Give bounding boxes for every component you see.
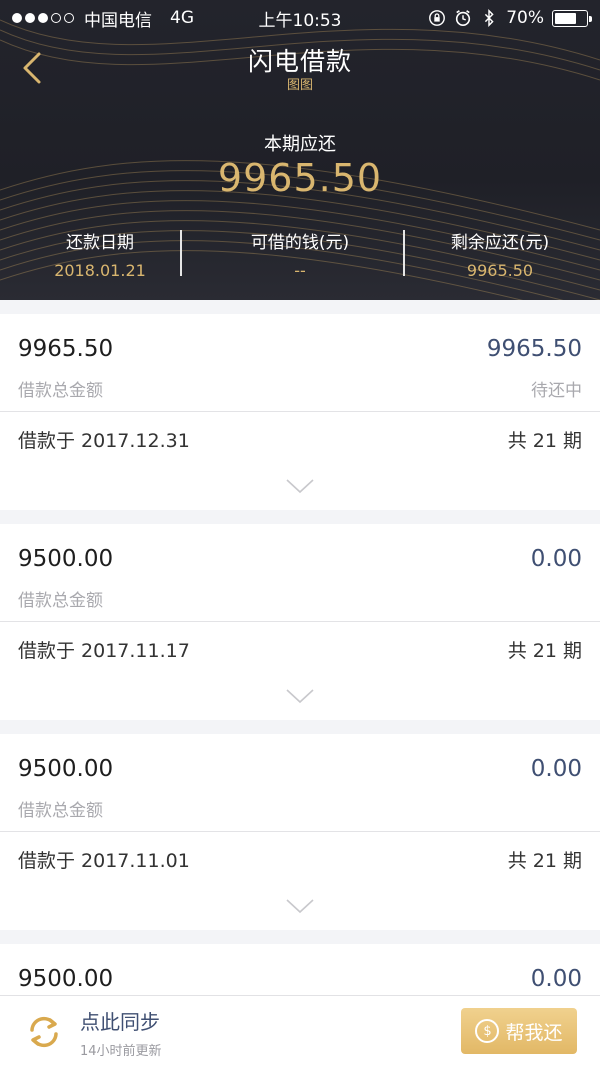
loan-status-amount: 0.00 [530, 756, 582, 782]
loan-status-amount: 0.00 [530, 966, 582, 992]
help-repay-label: 帮我还 [505, 1021, 563, 1044]
loan-periods: 共 21 期 [507, 640, 582, 662]
loan-amount: 9965.50 [18, 336, 114, 362]
stat-label: 剩余应还(元) [450, 233, 550, 253]
loan-status-amount: 9965.50 [486, 336, 582, 362]
page-subtitle: 图图 [286, 78, 313, 93]
loan-periods: 共 21 期 [507, 850, 582, 872]
loan-amount: 9500.00 [18, 966, 114, 992]
stat-remaining: 剩余应还(元) 9965.50 [400, 228, 600, 280]
summary-stats: 还款日期 2018.01.21 可借的钱(元) -- 剩余应还(元) 9965.… [0, 228, 600, 280]
stat-label: 还款日期 [66, 233, 134, 253]
loan-date: 借款于 2017.11.01 [18, 850, 190, 872]
nav-bar: 闪电借款 图图 [0, 40, 600, 96]
loan-date: 借款于 2017.11.17 [18, 640, 190, 662]
help-repay-button[interactable]: $ 帮我还 [461, 1008, 577, 1054]
period-due-label: 本期应还 [264, 134, 336, 155]
chevron-down-icon[interactable] [286, 478, 314, 494]
loan-amount-label: 借款总金额 [18, 801, 103, 821]
loan-date: 借款于 2017.12.31 [18, 430, 190, 452]
loan-amount: 9500.00 [18, 546, 114, 572]
battery-icon [552, 9, 592, 27]
battery-level [555, 12, 576, 24]
loan-amount: 9500.00 [18, 756, 114, 782]
dollar-coin-icon: $ [475, 1019, 500, 1043]
stat-available: 可借的钱(元) -- [200, 228, 400, 280]
loan-status-amount: 0.00 [530, 546, 582, 572]
period-due-amount: 9965.50 [217, 156, 383, 200]
loan-periods: 共 21 期 [507, 430, 582, 452]
loan-card[interactable]: 9965.50 借款总金额 9965.50 待还中 借款于 2017.12.31… [0, 314, 600, 510]
loan-status-label: 待还中 [531, 381, 582, 401]
chevron-down-icon[interactable] [286, 688, 314, 704]
stat-repay-date: 还款日期 2018.01.21 [0, 228, 200, 280]
sync-icon[interactable] [24, 1012, 64, 1052]
loan-amount-label: 借款总金额 [18, 381, 103, 401]
sync-button[interactable]: 点此同步 [80, 1006, 160, 1035]
stat-label: 可借的钱(元) [250, 233, 350, 253]
page-title: 闪电借款 [247, 47, 352, 76]
loan-list: 9965.50 借款总金额 9965.50 待还中 借款于 2017.12.31… [0, 300, 600, 1042]
stat-value: 2018.01.21 [54, 261, 146, 280]
loan-card[interactable]: 9500.00 借款总金额 0.00 借款于 2017.11.01 共 21 期 [0, 734, 600, 930]
stat-divider [403, 230, 405, 276]
clock: 上午10:53 [258, 10, 342, 31]
loan-amount-label: 借款总金额 [18, 591, 103, 611]
status-bar: 中国电信 4G 上午10:53 70% [0, 0, 600, 36]
bottom-bar: 点此同步 14小时前更新 $ 帮我还 [0, 995, 600, 1067]
stat-value: -- [294, 261, 306, 280]
chevron-down-icon[interactable] [286, 898, 314, 914]
stat-value: 9965.50 [466, 261, 534, 280]
loan-card[interactable]: 9500.00 借款总金额 0.00 借款于 2017.11.17 共 21 期 [0, 524, 600, 720]
header: 中国电信 4G 上午10:53 70% 闪电借款 图图 本期应还 9965.50… [0, 0, 600, 300]
stat-divider [180, 230, 182, 276]
sync-timestamp: 14小时前更新 [80, 1044, 162, 1059]
